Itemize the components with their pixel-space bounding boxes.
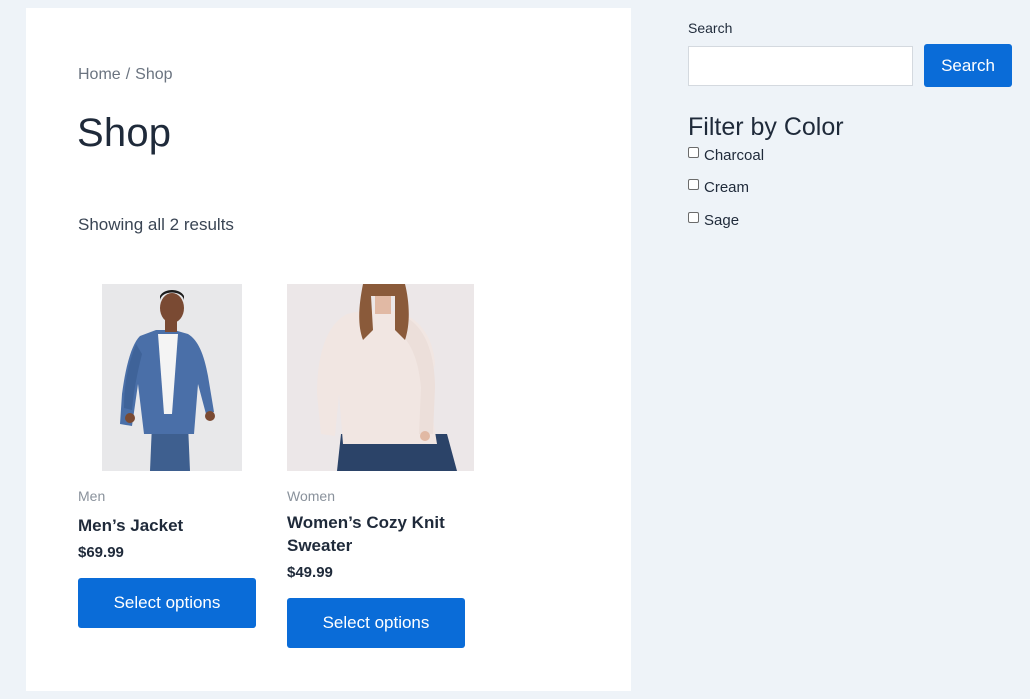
- filter-option-label: Sage: [704, 212, 740, 229]
- product-price: $49.99: [287, 564, 333, 581]
- breadcrumb: Home / Shop: [78, 66, 173, 84]
- product-card-mens-jacket: Men Men’s Jacket $69.99 Select options: [78, 284, 266, 628]
- search-label: Search: [688, 20, 733, 36]
- product-name[interactable]: Women’s Cozy Knit Sweater: [287, 511, 475, 557]
- man-in-denim-jacket-photo: [102, 284, 242, 471]
- select-options-button[interactable]: Select options: [78, 578, 256, 628]
- product-image-womens-sweater[interactable]: [287, 284, 474, 471]
- search-input[interactable]: [688, 45, 913, 86]
- result-count: Showing all 2 results: [78, 215, 234, 234]
- product-image-mens-jacket[interactable]: [102, 284, 242, 471]
- filter-title: Filter by Color: [688, 113, 844, 141]
- search-form: Search: [688, 44, 1018, 87]
- breadcrumb-separator: /: [125, 66, 131, 83]
- product-price: $69.99: [78, 544, 124, 561]
- filter-option-label: Charcoal: [704, 146, 765, 164]
- product-category: Men: [78, 488, 106, 504]
- filter-option-charcoal[interactable]: Charcoal: [688, 145, 1018, 165]
- filter-option-label: Cream: [704, 179, 750, 196]
- checkbox[interactable]: [688, 212, 699, 223]
- shop-page: Home / Shop Shop Showing all 2 results M…: [0, 0, 1030, 699]
- filter-option-cream[interactable]: Cream: [688, 171, 1018, 204]
- color-filter-list: Charcoal Cream Sage: [688, 145, 1018, 237]
- breadcrumb-home-link[interactable]: Home: [78, 66, 121, 83]
- product-category: Women: [287, 488, 335, 504]
- checkbox[interactable]: [688, 146, 699, 158]
- page-title: Shop: [77, 111, 172, 155]
- sidebar: Search Search Filter by Color Charcoal C…: [688, 20, 1018, 237]
- breadcrumb-current: Shop: [135, 66, 173, 83]
- product-name[interactable]: Men’s Jacket: [78, 514, 266, 537]
- select-options-button[interactable]: Select options: [287, 598, 465, 648]
- woman-in-knit-sweater-photo: [287, 284, 474, 471]
- checkbox[interactable]: [688, 179, 699, 190]
- search-button[interactable]: Search: [924, 44, 1012, 87]
- filter-option-sage[interactable]: Sage: [688, 204, 1018, 237]
- product-card-womens-sweater: Women Women’s Cozy Knit Sweater $49.99 S…: [287, 284, 475, 648]
- main-content: Home / Shop Shop Showing all 2 results M…: [26, 8, 631, 691]
